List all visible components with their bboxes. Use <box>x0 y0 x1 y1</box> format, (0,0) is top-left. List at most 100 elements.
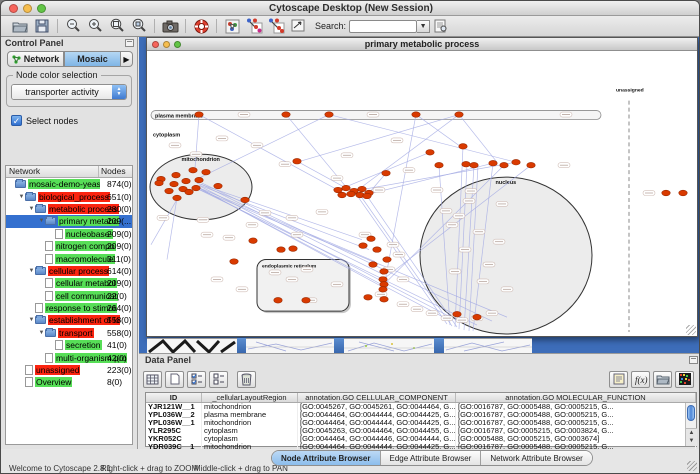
tree-row[interactable]: macromolecule311(0) <box>6 252 132 264</box>
table-row[interactable]: YPL036W__2plasma membrane[GO:0044464, GO… <box>146 411 696 419</box>
table-scrollbar[interactable]: ▲▼ <box>685 403 696 446</box>
tab-network[interactable]: Network <box>7 51 64 67</box>
background-window-edge[interactable] <box>334 338 344 353</box>
help-button[interactable] <box>190 17 212 35</box>
table-row[interactable]: YPL036W__1mitochondrion[GO:0044464, GO:0… <box>146 419 696 427</box>
annotation-button[interactable] <box>287 17 309 35</box>
tree-column-network[interactable]: Network <box>6 166 99 177</box>
column-header[interactable]: _cellularLayoutRegion <box>202 393 298 402</box>
tree-row[interactable]: ▼transport558(0) <box>6 327 132 339</box>
app-resize-grip[interactable] <box>687 461 697 471</box>
status-pan-hint: Middle-click + drag to PAN <box>194 464 288 473</box>
data-panel-toolbar: f(x) <box>143 368 697 390</box>
tree-expand-arrow-icon[interactable]: ▼ <box>28 317 35 323</box>
float-data-panel-icon[interactable] <box>689 356 698 364</box>
graph-node <box>195 112 203 118</box>
tree-column-nodes[interactable]: Nodes <box>99 166 132 177</box>
background-window-edge[interactable] <box>237 338 246 353</box>
tree-row[interactable]: cell communicat22(0) <box>6 290 132 302</box>
tree-row[interactable]: ▼biological_process651(0) <box>6 190 132 202</box>
select-attributes-button[interactable] <box>187 371 206 388</box>
column-header[interactable]: ID <box>146 393 202 402</box>
tab-overflow-button[interactable]: ▶ <box>121 51 133 67</box>
color-attribute-dropdown[interactable]: transporter activity ▲▼ <box>11 84 127 100</box>
tree-row[interactable]: ▼metabolic process280(0) <box>6 203 132 215</box>
zoom-selected-button[interactable] <box>128 17 150 35</box>
tab-mosaic[interactable]: Mosaic <box>64 51 121 67</box>
background-window-fragment[interactable] <box>444 338 532 353</box>
tree-expand-arrow-icon[interactable]: ▼ <box>28 268 35 274</box>
network-graph[interactable]: plasma membranecytoplasmmitochondrionnuc… <box>147 51 697 336</box>
tree-row[interactable]: ▼primary metabo209(... <box>6 215 132 227</box>
attribute-editor-button[interactable] <box>609 371 628 388</box>
tree-expand-arrow-icon[interactable]: ▼ <box>38 218 45 224</box>
tree-row[interactable]: nitrogen compo209(0) <box>6 240 132 252</box>
tab-network-attribute-browser[interactable]: Network Attribute Browser <box>481 451 591 465</box>
tree-row[interactable]: response to stimulu264(0) <box>6 302 132 314</box>
tree-row[interactable]: unassigned223(0) <box>6 364 132 376</box>
app-titlebar[interactable]: Cytoscape Desktop (New Session) <box>1 1 700 16</box>
network-window-resize-grip[interactable] <box>686 325 696 335</box>
graph-node <box>382 170 390 176</box>
tree-row[interactable]: ▼cellular process614(0) <box>6 265 132 277</box>
network-window-titlebar[interactable]: primary metabolic process <box>147 38 697 51</box>
float-panel-icon[interactable] <box>125 39 134 47</box>
data-panel-title: Data Panel <box>145 355 191 365</box>
graph-node <box>369 262 377 268</box>
zoom-in-button[interactable] <box>84 17 106 35</box>
layout-button-2[interactable] <box>265 17 287 35</box>
network-canvas[interactable]: plasma membranecytoplasmmitochondrionnuc… <box>147 51 697 336</box>
delete-attribute-button[interactable] <box>237 371 256 388</box>
graph-node <box>462 161 470 167</box>
select-nodes-checkbox[interactable]: ✓ <box>11 115 22 126</box>
column-header[interactable]: annotation.GO MOLECULAR_FUNCTION <box>456 393 696 402</box>
tree-row[interactable]: mosaic-demo-yeast874(0) <box>6 178 132 190</box>
tree-row[interactable]: secretion41(0) <box>6 339 132 351</box>
tree-row[interactable]: multi-organism pro42(0) <box>6 351 132 363</box>
scrollbar-thumb[interactable] <box>687 405 695 421</box>
tab-edge-attribute-browser[interactable]: Edge Attribute Browser <box>381 451 482 465</box>
zoom-out-button[interactable] <box>62 17 84 35</box>
snapshot-button[interactable] <box>159 17 181 35</box>
save-session-button[interactable] <box>31 17 53 35</box>
tab-node-attribute-browser[interactable]: Node Attribute Browser <box>272 451 381 465</box>
zoom-out-icon <box>65 18 81 34</box>
layout-button-1[interactable] <box>243 17 265 35</box>
graph-node <box>455 112 463 118</box>
node-count: 223(0) <box>107 365 132 375</box>
select-attributes-icon <box>191 373 203 385</box>
table-row[interactable]: YLR295Ccytoplasm[GO:0045263, GO:0044464,… <box>146 427 696 435</box>
tab-mosaic-label: Mosaic <box>77 54 108 64</box>
network-panel-button[interactable] <box>221 17 243 35</box>
background-window-fragment[interactable] <box>147 338 237 353</box>
search-options-button[interactable] <box>430 17 452 35</box>
open-file-button[interactable] <box>9 17 31 35</box>
unselect-attributes-button[interactable] <box>209 371 228 388</box>
import-attributes-button[interactable] <box>653 371 672 388</box>
attribute-table-button[interactable] <box>143 371 162 388</box>
function-builder-button[interactable]: f(x) <box>631 371 650 388</box>
graph-node <box>249 238 257 244</box>
attribute-matrix-button[interactable] <box>675 371 694 388</box>
tree-row[interactable]: nucleobase-209(0) <box>6 228 132 240</box>
search-input[interactable] <box>349 20 417 33</box>
table-row[interactable]: YKR052Ccytoplasm[GO:0044464, GO:0044446,… <box>146 435 696 443</box>
table-cell: [GO:0016787, GO:0005488, GO:0005215, G..… <box>456 419 696 427</box>
attribute-table-body: YJR121W__1mitochondrion[GO:0045267, GO:0… <box>146 403 696 451</box>
scrollbar-buttons[interactable]: ▲▼ <box>686 428 697 446</box>
tree-row[interactable]: ▼establishment of lo558(0) <box>6 314 132 326</box>
tree-expand-arrow-icon[interactable]: ▼ <box>28 206 35 212</box>
background-window-fragment[interactable] <box>246 338 334 353</box>
new-attribute-button[interactable] <box>165 371 184 388</box>
background-window-fragment[interactable] <box>344 338 434 353</box>
background-window-edge[interactable] <box>434 338 444 353</box>
search-dropdown-button[interactable]: ▼ <box>417 20 430 33</box>
zoom-fit-button[interactable] <box>106 17 128 35</box>
tree-expand-arrow-icon[interactable]: ▼ <box>18 194 25 200</box>
tree-expand-arrow-icon[interactable]: ▼ <box>38 330 45 336</box>
column-header[interactable]: annotation.GO CELLULAR_COMPONENT <box>298 393 456 402</box>
table-row[interactable]: YJR121W__1mitochondrion[GO:0045267, GO:0… <box>146 403 696 411</box>
tree-row[interactable]: cellular metabol209(0) <box>6 277 132 289</box>
tree-row[interactable]: Overview8(0) <box>6 376 132 388</box>
network-view-window[interactable]: primary metabolic process plasma membran… <box>146 37 698 337</box>
